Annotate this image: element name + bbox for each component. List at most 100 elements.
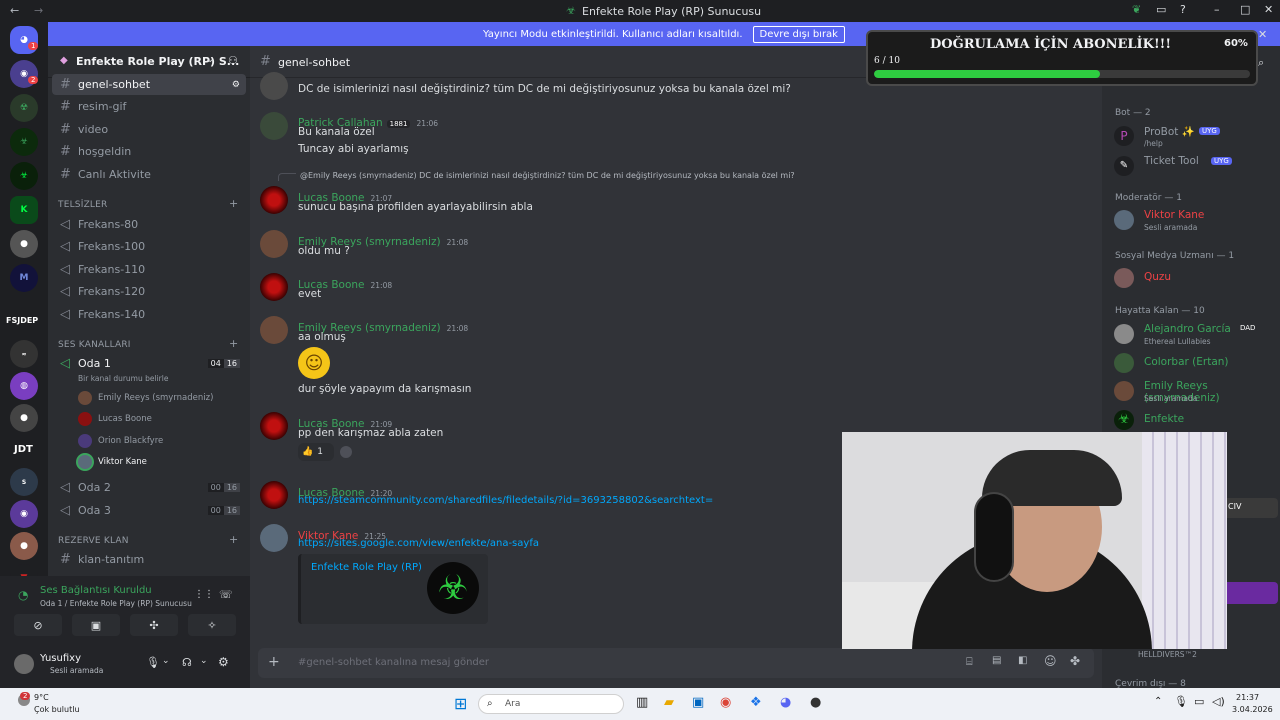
app-icon-2[interactable]: ● — [810, 695, 821, 710]
server-icon-15[interactable]: ◉ — [10, 500, 38, 528]
message-link[interactable]: https://steamcommunity.com/sharedfiles/f… — [298, 495, 713, 506]
server-icon-10[interactable]: ≈ — [10, 340, 38, 368]
add-channel-icon[interactable]: + — [229, 337, 238, 350]
emoji-icon[interactable]: ☺ — [1044, 654, 1057, 668]
avatar[interactable] — [260, 112, 288, 140]
avatar[interactable] — [260, 412, 288, 440]
server-icon-14[interactable]: S — [10, 468, 38, 496]
server-icon-11[interactable]: ◍ — [10, 372, 38, 400]
voice-channel-frekans-120[interactable]: ◁ Frekans-120 — [52, 281, 246, 302]
member-alejandro[interactable]: Alejandro García DAD Ethereal Lullabies — [1114, 320, 1276, 348]
channel-canli-aktivite[interactable]: # Canlı Aktivite — [52, 164, 246, 185]
username[interactable]: Yusufixy — [40, 653, 81, 664]
voice-member[interactable]: Emily Reeys (smyrnadeniz) — [78, 390, 243, 408]
channel-genel-sohbet[interactable]: # genel-sohbet ⚙ — [52, 74, 246, 95]
settings-icon[interactable]: ⚙ — [218, 655, 229, 669]
voice-member[interactable]: Lucas Boone — [78, 411, 243, 429]
task-view-icon[interactable]: ▥ — [636, 695, 648, 710]
volume-icon[interactable]: ◁) — [1212, 695, 1225, 708]
microphone-icon[interactable]: 🎙 — [146, 656, 160, 669]
discord-taskbar-icon[interactable]: ◕ — [780, 695, 791, 710]
soundboard-button[interactable]: ✧ — [188, 614, 236, 636]
avatar[interactable] — [260, 316, 288, 344]
store-icon[interactable]: ▣ — [692, 695, 704, 710]
avatar[interactable] — [14, 654, 34, 674]
add-reaction-icon[interactable] — [340, 446, 352, 458]
avatar[interactable] — [260, 524, 288, 552]
server-icon-6[interactable]: K — [10, 196, 38, 224]
settings-icon[interactable]: ⚙ — [232, 80, 240, 90]
message-input-box[interactable]: + #genel-sohbet kanalına mesaj gönder ⌸ … — [258, 648, 1094, 678]
clock-date[interactable]: 3.04.2026 — [1232, 705, 1273, 714]
avatar[interactable] — [260, 481, 288, 509]
forward-arrow-icon[interactable]: → — [34, 4, 43, 17]
voice-channel-oda-1[interactable]: ◁ Oda 1 04 16 — [52, 353, 246, 374]
add-member-icon[interactable]: ⚇ — [228, 54, 238, 67]
category-telsizler[interactable]: TELSİZLER — [58, 200, 108, 210]
taskbar-search[interactable]: ⌕ Ara — [478, 694, 624, 714]
network-icon[interactable]: ▭ — [1194, 695, 1204, 708]
tray-chevron-icon[interactable]: ⌃ — [1154, 696, 1162, 707]
help-icon[interactable]: ? — [1180, 3, 1186, 16]
microphone-tray-icon[interactable]: 🎙 — [1174, 695, 1188, 708]
server-jdt[interactable]: JDT — [14, 444, 33, 455]
chevron-down-icon[interactable]: ⌄ — [200, 656, 208, 666]
start-icon[interactable]: ⊞ — [454, 694, 467, 713]
link-embed[interactable]: Enfekte Role Play (RP) ☣ — [298, 554, 488, 624]
category-rezerve-klan[interactable]: REZERVE KLAN — [58, 536, 129, 546]
sticker-icon[interactable]: ◧ — [1018, 655, 1027, 666]
member-probot[interactable]: P ProBot ✨ UYG/help — [1114, 122, 1276, 150]
clock-time[interactable]: 21:37 — [1236, 693, 1259, 702]
member-colorbar[interactable]: Colorbar (Ertan) — [1114, 349, 1276, 377]
add-channel-icon[interactable]: + — [229, 197, 238, 210]
channel-status[interactable]: Bir kanal durumu belirle — [78, 374, 168, 383]
message-input[interactable]: #genel-sohbet kanalına mesaj gönder — [298, 657, 489, 668]
reaction-thumbs-up[interactable]: 👍 1 — [298, 443, 334, 461]
member-enfekte[interactable]: ☣ Enfekte — [1114, 406, 1276, 434]
voice-status[interactable]: Ses Bağlantısı Kuruldu — [40, 585, 152, 596]
camera-button[interactable]: ⊘ — [14, 614, 62, 636]
server-icon-8[interactable]: M — [10, 264, 38, 292]
server-icon-16[interactable]: ● — [10, 532, 38, 560]
gif-icon[interactable]: ▤ — [992, 655, 1001, 666]
headphones-icon[interactable]: ☊ — [182, 656, 192, 669]
file-explorer-icon[interactable]: ▰ — [664, 695, 674, 710]
boost-card[interactable] — [1222, 582, 1278, 604]
reply-preview[interactable]: @Emily Reeys (smyrnadeniz) DC de isimler… — [300, 171, 795, 180]
add-channel-icon[interactable]: + — [229, 533, 238, 546]
voice-member[interactable]: Orion Blackfyre — [78, 433, 243, 451]
nitro-icon[interactable]: ❦ — [1132, 3, 1141, 16]
enfekte-server-icon[interactable]: ☣ — [10, 128, 38, 156]
inbox-icon[interactable]: ▭ — [1156, 3, 1166, 16]
noise-suppression-icon[interactable]: ⋮⋮ — [194, 589, 214, 600]
member-emily[interactable]: Emily Reeys (smyrnadeniz) Sesli aramada — [1114, 377, 1276, 405]
server-fsjdep[interactable]: FSJDEP — [6, 316, 38, 325]
chrome-icon[interactable]: ◉ — [720, 695, 731, 710]
temperature[interactable]: 9°C — [34, 693, 49, 702]
avatar[interactable] — [260, 273, 288, 301]
message-link[interactable]: https://sites.google.com/view/enfekte/an… — [298, 538, 539, 549]
channel-resim-gif[interactable]: # resim-gif — [52, 96, 246, 117]
member-viktor-kane[interactable]: Viktor Kane Sesli aramada — [1114, 206, 1276, 234]
avatar[interactable] — [260, 230, 288, 258]
disable-streamer-mode-button[interactable]: Devre dışı bırak — [752, 25, 845, 43]
channel-klan-tanitim[interactable]: # klan-tanıtım — [52, 549, 246, 570]
server-icon-3[interactable]: ☢ — [10, 94, 38, 122]
voice-channel-oda-2[interactable]: ◁ Oda 2 00 16 — [52, 477, 246, 498]
screen-share-button[interactable]: ▣ — [72, 614, 120, 636]
back-arrow-icon[interactable]: ← — [10, 4, 19, 17]
member-quzu[interactable]: Quzu — [1114, 264, 1276, 292]
close-icon[interactable]: ✕ — [1264, 3, 1273, 16]
avatar[interactable] — [260, 186, 288, 214]
voice-member[interactable]: Viktor Kane — [78, 454, 243, 472]
channel-hosgeldin[interactable]: # hoşgeldin — [52, 141, 246, 162]
voice-location[interactable]: Oda 1 / Enfekte Role Play (RP) Sunucusu — [40, 599, 192, 608]
search-icon[interactable]: ⌕ — [1258, 56, 1264, 70]
voice-channel-frekans-80[interactable]: ◁ Frekans-80 — [52, 214, 246, 235]
voice-channel-frekans-110[interactable]: ◁ Frekans-110 — [52, 259, 246, 280]
channel-video[interactable]: # video — [52, 119, 246, 140]
activity-button[interactable]: ✣ — [130, 614, 178, 636]
embed-title[interactable]: Enfekte Role Play (RP) — [311, 562, 422, 573]
server-icon-12[interactable]: ● — [10, 404, 38, 432]
voice-channel-frekans-100[interactable]: ◁ Frekans-100 — [52, 236, 246, 257]
